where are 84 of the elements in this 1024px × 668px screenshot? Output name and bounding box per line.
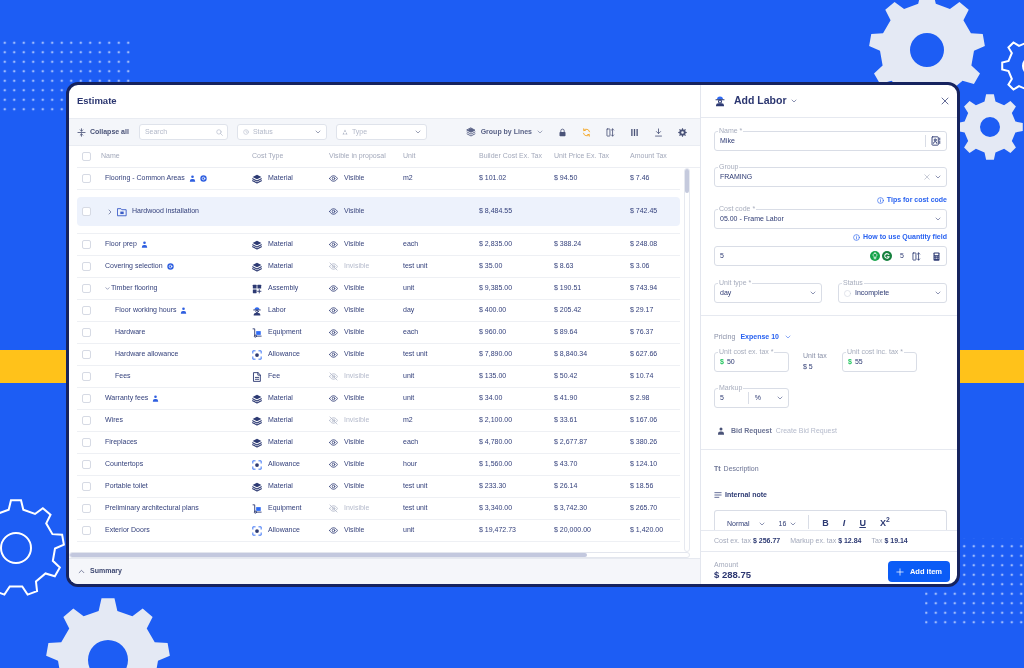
- underline-button[interactable]: U: [859, 518, 866, 529]
- status-circle-icon: [844, 289, 851, 297]
- italic-button[interactable]: I: [842, 518, 846, 529]
- close-icon[interactable]: [941, 97, 949, 105]
- chevron-down-icon: [935, 290, 941, 296]
- layers-icon: [252, 239, 262, 250]
- chevron-down-icon: [790, 521, 797, 527]
- chevron-down-icon: [784, 334, 791, 340]
- person-icon: [717, 427, 725, 435]
- scrollbar-thumb[interactable]: [685, 169, 689, 193]
- focus-frame-icon: [252, 525, 262, 536]
- info-icon: [876, 196, 884, 204]
- columns-icon[interactable]: [630, 127, 639, 137]
- sort-icon[interactable]: [912, 251, 921, 261]
- chevron-down-icon: [758, 521, 765, 527]
- layers-icon: [252, 481, 262, 492]
- layers-icon: [252, 173, 262, 184]
- chevron-down-icon: [777, 395, 783, 401]
- focus-frame-icon: [252, 349, 262, 360]
- chevron-down-icon: [314, 129, 321, 135]
- clear-icon[interactable]: [924, 174, 930, 180]
- chevron-icon[interactable]: [107, 208, 113, 215]
- sync-icon[interactable]: [582, 127, 591, 137]
- bold-button[interactable]: B: [822, 518, 829, 529]
- lock-icon[interactable]: [558, 127, 567, 137]
- checkbox[interactable]: [82, 306, 91, 315]
- checkbox[interactable]: [82, 240, 91, 249]
- accent-stripe: [0, 350, 66, 383]
- layers-icon: [252, 393, 262, 404]
- checkbox[interactable]: [82, 207, 91, 216]
- plus-icon: [895, 567, 904, 576]
- checkbox[interactable]: [82, 394, 91, 403]
- grid-icon: [252, 283, 262, 294]
- download-icon[interactable]: [654, 127, 663, 137]
- layers-icon: [252, 437, 262, 448]
- chevron-down-icon: [810, 290, 816, 296]
- panel-title: Add Labor: [734, 93, 787, 109]
- checkbox[interactable]: [82, 262, 91, 271]
- triangles-icon: [341, 129, 348, 135]
- calculator-icon[interactable]: [932, 251, 941, 261]
- document-icon: [252, 371, 262, 382]
- chevron-down-icon: [414, 129, 421, 135]
- layers-icon: [465, 127, 476, 137]
- chevron-up-icon: [78, 568, 85, 575]
- superscript-button[interactable]: X$^{2}$: [879, 518, 890, 529]
- focus-frame-icon: [252, 459, 262, 470]
- collapse-icon: [77, 127, 86, 137]
- lightbulb-icon[interactable]: [870, 251, 881, 261]
- checkbox[interactable]: [82, 284, 91, 293]
- checkbox[interactable]: [82, 372, 91, 381]
- checkbox[interactable]: [82, 328, 91, 337]
- hand-truck-icon: [252, 503, 262, 514]
- chevron-down-icon: [935, 174, 941, 180]
- search-icon: [215, 128, 223, 136]
- checkbox[interactable]: [82, 438, 91, 447]
- chevron-down-icon: [537, 129, 543, 135]
- chevron-down-icon: [935, 216, 941, 222]
- worker-icon: [252, 305, 262, 316]
- checkbox[interactable]: [82, 460, 91, 469]
- settings-icon[interactable]: [678, 127, 687, 137]
- circle-arrow-icon[interactable]: [882, 251, 893, 261]
- checkbox[interactable]: [82, 526, 91, 535]
- checkbox[interactable]: [82, 504, 91, 513]
- accent-stripe: [960, 350, 1024, 383]
- checkbox[interactable]: [82, 152, 91, 161]
- contact-book-icon[interactable]: [931, 136, 941, 146]
- worker-icon: [714, 95, 726, 107]
- window-title: Estimate: [77, 94, 117, 109]
- chevron-down-icon[interactable]: [790, 98, 797, 104]
- layers-icon: [252, 415, 262, 426]
- checkbox[interactable]: [82, 350, 91, 359]
- hand-truck-icon: [252, 327, 262, 338]
- checkbox[interactable]: [82, 174, 91, 183]
- text-lines-icon: [714, 491, 722, 499]
- checkbox[interactable]: [82, 482, 91, 491]
- info-icon: [853, 233, 860, 241]
- layers-icon: [252, 261, 262, 272]
- scrollbar-thumb[interactable]: [70, 553, 587, 557]
- amount-value: $ 288.75: [714, 569, 751, 581]
- column-width-icon[interactable]: [606, 127, 615, 137]
- clock-icon: [242, 129, 249, 135]
- chevron-icon[interactable]: [105, 286, 110, 291]
- folder-icon: [117, 206, 127, 217]
- checkbox[interactable]: [82, 416, 91, 425]
